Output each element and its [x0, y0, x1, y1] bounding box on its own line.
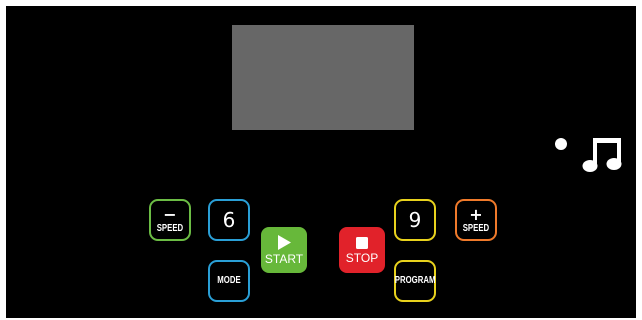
stop-label: STOP: [345, 250, 379, 265]
minus-icon: −: [163, 204, 177, 224]
stop-icon: [356, 236, 368, 249]
mode-label: MODE: [217, 275, 241, 286]
stop-button[interactable]: STOP: [339, 227, 385, 273]
dot-icon: [555, 138, 567, 150]
plus-icon: +: [469, 204, 483, 224]
preset-6-button[interactable]: 6: [208, 199, 250, 241]
music-note-icon: [582, 138, 622, 172]
preset-9-label: 9: [408, 208, 422, 232]
play-icon: [278, 235, 291, 250]
program-label: PROGRAM: [394, 275, 436, 286]
preset-9-button[interactable]: 9: [394, 199, 436, 241]
preset-6-label: 6: [222, 208, 236, 232]
start-label: START: [264, 252, 304, 266]
program-button[interactable]: PROGRAM: [394, 260, 436, 302]
display-screen: [232, 25, 414, 130]
mode-button[interactable]: MODE: [208, 260, 250, 302]
speed-down-button[interactable]: − SPEED: [149, 199, 191, 241]
speed-down-label: SPEED: [156, 222, 184, 234]
control-panel: − SPEED 6 MODE START STOP 9 PROGRAM + SP…: [6, 6, 636, 318]
speed-up-label: SPEED: [462, 222, 490, 234]
speed-up-button[interactable]: + SPEED: [455, 199, 497, 241]
start-button[interactable]: START: [261, 227, 307, 273]
